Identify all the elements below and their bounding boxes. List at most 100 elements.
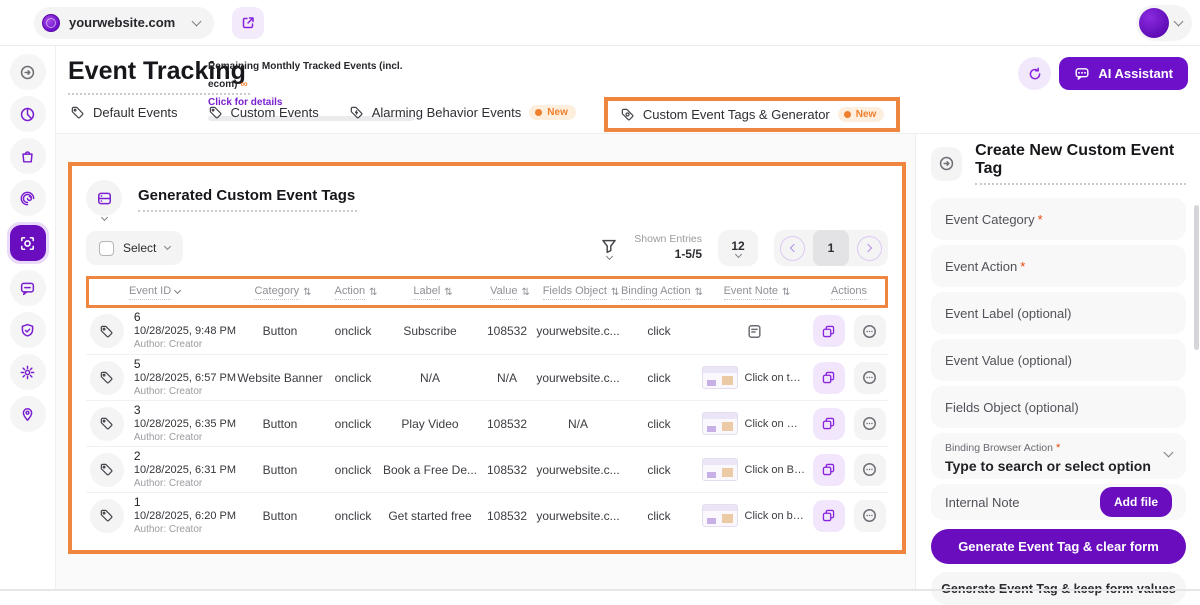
sidebar-item-location[interactable] — [10, 396, 46, 432]
ellipsis-icon — [861, 323, 878, 340]
gear-icon — [19, 364, 36, 381]
chevron-down-icon — [734, 251, 741, 258]
shown-entries: Shown Entries 1-5/5 — [634, 233, 702, 262]
event-action-field[interactable]: Event Action* — [931, 245, 1186, 287]
cell-category: Website Banner — [236, 371, 324, 385]
sort-icon: ⇅ — [303, 287, 311, 298]
tab-label: Alarming Behavior Events — [372, 105, 522, 120]
event-category-field[interactable]: Event Category* — [931, 198, 1186, 240]
add-file-button[interactable]: Add file — [1100, 487, 1172, 517]
remaining-events-label: Remaining Monthly Tracked Events (incl. … — [208, 61, 403, 90]
table-row: 510/28/2025, 6:57 PMAuthor: Creator Webs… — [86, 354, 888, 400]
required-marker: * — [1020, 259, 1025, 274]
column-header-action[interactable]: Action⇅ — [327, 285, 385, 300]
main-content: Generated Custom Event Tags Select — [56, 134, 915, 589]
tab-custom-event-tags-generator[interactable]: Custom Event Tags & Generator New — [618, 104, 886, 125]
sidebar-item-commerce[interactable] — [10, 138, 46, 174]
chevron-down-icon — [174, 287, 181, 294]
sidebar-item-analytics[interactable] — [10, 96, 46, 132]
current-page-button[interactable]: 1 — [813, 230, 849, 266]
copy-event-tag-button[interactable] — [813, 408, 845, 440]
user-menu[interactable] — [1136, 5, 1192, 41]
refresh-button[interactable] — [1018, 57, 1051, 90]
column-header-label[interactable]: Label⇅ — [385, 285, 481, 300]
ellipsis-icon — [861, 461, 878, 478]
target-scan-icon — [19, 235, 36, 252]
note-icon[interactable] — [746, 323, 763, 340]
copy-event-tag-button[interactable] — [813, 315, 845, 347]
page-size-selector[interactable]: 12 — [718, 230, 758, 266]
next-page-button[interactable] — [857, 236, 882, 261]
table-row: 110/28/2025, 6:20 PMAuthor: Creator Butt… — [86, 492, 888, 538]
column-header-category[interactable]: Category⇅ — [239, 285, 327, 300]
ai-assistant-button[interactable]: AI Assistant — [1059, 57, 1188, 90]
arrow-left-icon — [790, 244, 798, 252]
new-badge: New — [838, 107, 885, 122]
column-header-binding-action[interactable]: Binding Action⇅ — [623, 285, 701, 300]
topbar: yourwebsite.com — [0, 0, 1200, 46]
select-all-checkbox[interactable] — [99, 241, 114, 256]
copy-event-tag-button[interactable] — [813, 454, 845, 486]
tab-alarming-behavior-events[interactable]: Alarming Behavior Events New — [347, 99, 578, 132]
table-collapse-control[interactable] — [86, 180, 122, 220]
note-screenshot-thumbnail[interactable] — [702, 412, 738, 435]
sidebar-item-exit-icon[interactable] — [10, 54, 46, 90]
sidebar-item-feedback[interactable] — [10, 270, 46, 306]
event-id: 5 — [134, 357, 236, 372]
badge-dot-icon — [844, 111, 851, 118]
sidebar-item-privacy[interactable] — [10, 312, 46, 348]
generate-clear-form-button[interactable]: Generate Event Tag & clear form — [931, 529, 1186, 564]
badge-dot-icon — [535, 109, 542, 116]
cell-fields-object: yourwebsite.c... — [536, 509, 620, 523]
select-dropdown[interactable]: Select — [86, 231, 183, 265]
column-header-value[interactable]: Value⇅ — [481, 285, 539, 300]
row-more-button[interactable] — [854, 500, 886, 532]
avatar — [1139, 8, 1169, 38]
scrollbar[interactable] — [1194, 205, 1199, 350]
site-selector[interactable]: yourwebsite.com — [34, 7, 214, 39]
tag-icon — [90, 407, 124, 441]
row-more-button[interactable] — [854, 454, 886, 486]
event-date: 10/28/2025, 6:35 PM — [134, 418, 236, 432]
shopping-bag-icon — [19, 148, 36, 165]
cell-binding-action: click — [620, 417, 698, 431]
event-date: 10/28/2025, 6:20 PM — [134, 510, 236, 524]
highlight-box-table-header: Event ID Category⇅ Action⇅ Label⇅ Value⇅… — [86, 276, 888, 308]
tag-icon — [90, 361, 124, 395]
internal-note-field[interactable]: Internal Note Add file — [931, 484, 1186, 520]
external-link-icon — [240, 15, 256, 31]
event-author: Author: Creator — [134, 432, 236, 445]
column-header-fields-object[interactable]: Fields Object⇅ — [539, 285, 623, 300]
note-screenshot-thumbnail[interactable] — [702, 366, 738, 389]
cell-value: 108532 — [478, 509, 536, 523]
note-screenshot-thumbnail[interactable] — [702, 504, 738, 527]
tab-custom-events[interactable]: Custom Events — [206, 99, 321, 132]
open-site-button[interactable] — [232, 7, 264, 39]
create-event-tag-panel: Create New Custom Event Tag Event Catego… — [915, 134, 1200, 589]
copy-event-tag-button[interactable] — [813, 500, 845, 532]
row-more-button[interactable] — [854, 362, 886, 394]
column-header-event-note[interactable]: Event Note⇅ — [701, 285, 813, 300]
binding-browser-action-select[interactable]: Binding Browser Action* Type to search o… — [931, 433, 1186, 479]
row-more-button[interactable] — [854, 315, 886, 347]
ellipsis-icon — [861, 369, 878, 386]
event-value-field[interactable]: Event Value (optional) — [931, 339, 1186, 381]
cell-fields-object: yourwebsite.c... — [536, 371, 620, 385]
sidebar-item-event-tracking-active[interactable] — [7, 222, 49, 264]
column-header-event-id[interactable]: Event ID — [89, 285, 239, 300]
sidebar-item-settings[interactable] — [10, 354, 46, 390]
sidebar-item-sessions[interactable] — [10, 180, 46, 216]
ai-assistant-label: AI Assistant — [1098, 66, 1173, 81]
cell-binding-action: click — [620, 463, 698, 477]
tab-default-events[interactable]: Default Events — [68, 99, 180, 132]
cell-label: Book a Free De... — [382, 463, 478, 477]
filter-control[interactable] — [600, 237, 618, 259]
note-screenshot-thumbnail[interactable] — [702, 458, 738, 481]
column-header-actions: Actions — [813, 285, 885, 300]
event-label-field[interactable]: Event Label (optional) — [931, 292, 1186, 334]
copy-event-tag-button[interactable] — [813, 362, 845, 394]
row-more-button[interactable] — [854, 408, 886, 440]
prev-page-button[interactable] — [780, 236, 805, 261]
fields-object-field[interactable]: Fields Object (optional) — [931, 386, 1186, 428]
table-row: 610/28/2025, 9:48 PMAuthor: Creator Butt… — [86, 308, 888, 354]
